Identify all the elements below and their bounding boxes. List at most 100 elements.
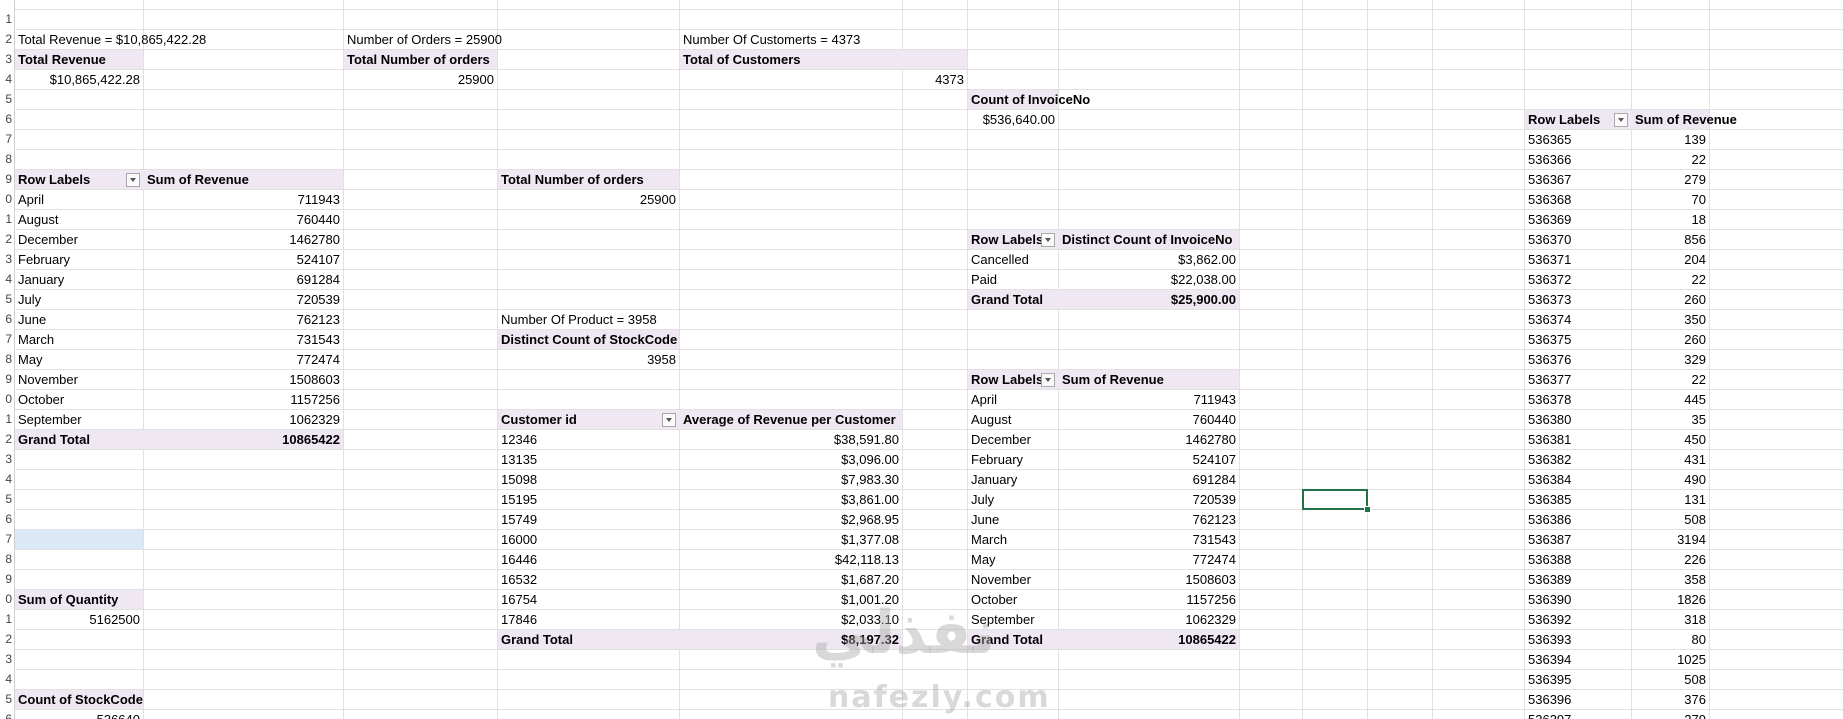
orders-box-header[interactable]: Total Number of orders [498,170,902,190]
pivot-row-label[interactable]: November [968,570,1058,590]
row-number[interactable]: 6 [0,309,12,329]
pivot-row-label[interactable]: July [968,490,1058,510]
pivot-row-label[interactable]: 536390 [1525,590,1631,610]
row-number[interactable]: 6 [0,509,12,529]
row-number[interactable]: 0 [0,189,12,209]
pivot-row-label[interactable]: 536369 [1525,210,1631,230]
pivot-row-label[interactable]: December [968,430,1058,450]
pivot-row-label[interactable]: October [15,390,143,410]
pivot-row-value[interactable]: $3,862.00 [1059,250,1239,270]
pivot-row-value[interactable]: 22 [1632,270,1709,290]
pivot-row-value[interactable]: 760440 [144,210,343,230]
pivot-row-label[interactable]: 15195 [498,490,679,510]
pivot-row-value[interactable]: 720539 [144,290,343,310]
grand-total-value[interactable]: 10865422 [1059,630,1239,650]
pivot-row-value[interactable]: 318 [1632,610,1709,630]
pivot-row-value[interactable]: 329 [1632,350,1709,370]
pivot-row-value[interactable]: 139 [1632,130,1709,150]
pivot-row-label[interactable]: 536370 [1525,230,1631,250]
customers-line[interactable]: Number Of Customerts = 4373 [680,30,967,50]
pivot-row-value[interactable]: 720539 [1059,490,1239,510]
pivot-row-value[interactable]: 22 [1632,370,1709,390]
pivot-row-label[interactable]: May [968,550,1058,570]
pivot-row-label[interactable]: March [15,330,143,350]
row-number[interactable]: 5 [0,689,12,709]
row-number[interactable]: 9 [0,169,12,189]
pivot-row-value[interactable]: $1,687.20 [680,570,902,590]
distinct-stockcode-value[interactable]: 3958 [498,350,679,370]
pivot-row-value[interactable]: 711943 [144,190,343,210]
row-number[interactable]: 4 [0,469,12,489]
pivot-row-value[interactable]: 490 [1632,470,1709,490]
row-number[interactable]: 4 [0,269,12,289]
row-number[interactable]: 1 [0,9,12,29]
row-number[interactable]: 8 [0,349,12,369]
pivot-row-labels-header[interactable]: Customer id [498,410,679,430]
pivot-row-label[interactable]: June [968,510,1058,530]
filter-applied-dropdown-icon[interactable] [662,413,676,427]
pivot-row-label[interactable]: 536388 [1525,550,1631,570]
pivot-row-label[interactable]: 536387 [1525,530,1631,550]
pivot-row-value[interactable]: 772474 [144,350,343,370]
total-customers-header[interactable]: Total of Customers [680,50,967,70]
pivot-row-value[interactable]: 3194 [1632,530,1709,550]
pivot-row-value[interactable]: 80 [1632,630,1709,650]
pivot-row-value[interactable]: 1157256 [1059,590,1239,610]
row-number[interactable]: 5 [0,89,12,109]
row-number[interactable]: 8 [0,149,12,169]
grand-total-value[interactable]: 10865422 [144,430,343,450]
pivot-row-label[interactable]: 536378 [1525,390,1631,410]
pivot-value-header[interactable]: Sum of Revenue [144,170,343,190]
row-number[interactable]: 2 [0,229,12,249]
pivot-row-label[interactable]: 536397 [1525,710,1631,719]
pivot-row-value[interactable]: 358 [1632,570,1709,590]
pivot-row-label[interactable]: June [15,310,143,330]
pivot-row-label[interactable]: 536386 [1525,510,1631,530]
pivot-row-label[interactable]: 536366 [1525,150,1631,170]
pivot-row-label[interactable]: January [15,270,143,290]
pivot-row-label[interactable]: 17846 [498,610,679,630]
pivot-row-label[interactable]: 536373 [1525,290,1631,310]
sum-quantity-header[interactable]: Sum of Quantity [15,590,343,610]
row-number[interactable]: 2 [0,629,12,649]
row-number[interactable]: 3 [0,449,12,469]
total-orders-value[interactable]: 25900 [344,70,497,90]
pivot-row-label[interactable]: 536371 [1525,250,1631,270]
pivot-row-value[interactable]: $2,968.95 [680,510,902,530]
pivot-row-label[interactable]: 536375 [1525,330,1631,350]
row-number[interactable]: 0 [0,389,12,409]
row-labels-dropdown-icon[interactable] [1041,373,1055,387]
pivot-row-value[interactable]: 431 [1632,450,1709,470]
pivot-row-label[interactable]: February [15,250,143,270]
pivot-value-header[interactable]: Average of Revenue per Customer [680,410,902,430]
grand-total-label[interactable]: Grand Total [15,430,143,450]
fill-handle[interactable] [1364,506,1371,513]
pivot-row-value[interactable]: 18 [1632,210,1709,230]
pivot-row-value[interactable]: 856 [1632,230,1709,250]
count-invoice-value[interactable]: $536,640.00 [968,110,1058,130]
pivot-row-value[interactable]: 22 [1632,150,1709,170]
row-number[interactable]: 6 [0,109,12,129]
pivot-row-value[interactable]: 376 [1632,690,1709,710]
pivot-row-value[interactable]: $38,591.80 [680,430,902,450]
row-number[interactable]: 7 [0,329,12,349]
row-number[interactable]: 7 [0,129,12,149]
row-number[interactable]: 9 [0,569,12,589]
total-orders-header[interactable]: Total Number of orders [344,50,679,70]
pivot-row-label[interactable]: 536368 [1525,190,1631,210]
pivot-row-label[interactable]: 536381 [1525,430,1631,450]
total-revenue-line[interactable]: Total Revenue = $10,865,422.28 [15,30,343,50]
pivot-row-value[interactable]: 711943 [1059,390,1239,410]
pivot-row-value[interactable]: 260 [1632,290,1709,310]
pivot-row-label[interactable]: 536394 [1525,650,1631,670]
pivot-row-label[interactable]: 536372 [1525,270,1631,290]
active-cell-selection[interactable] [1302,489,1368,510]
pivot-row-value[interactable]: $3,861.00 [680,490,902,510]
pivot-row-value[interactable]: 762123 [144,310,343,330]
pivot-row-label[interactable]: 16000 [498,530,679,550]
pivot-row-value[interactable]: $42,118.13 [680,550,902,570]
pivot-row-value[interactable]: 450 [1632,430,1709,450]
pivot-row-label[interactable]: 16446 [498,550,679,570]
grand-total-value[interactable]: $25,900.00 [1059,290,1239,310]
row-number[interactable]: 2 [0,429,12,449]
